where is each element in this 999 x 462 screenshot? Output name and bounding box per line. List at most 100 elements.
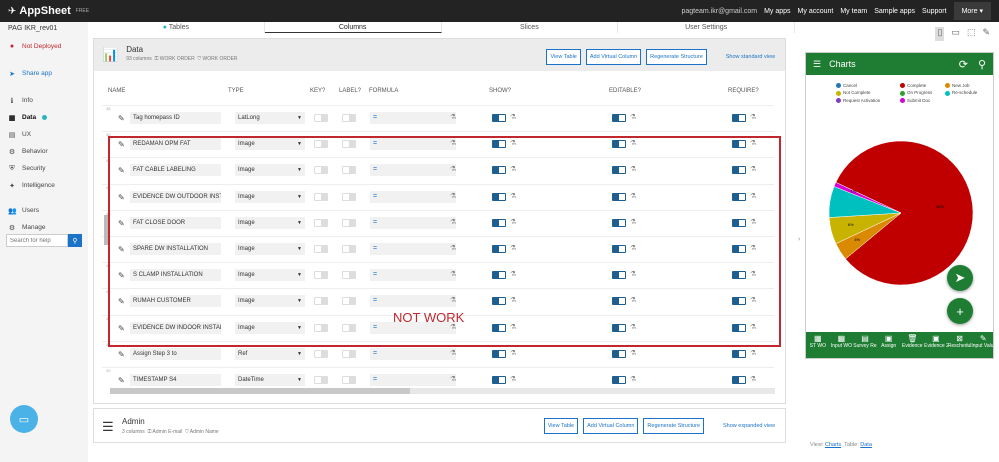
flask-icon[interactable]: ⚗ (750, 192, 756, 200)
key-toggle[interactable] (314, 166, 328, 175)
flask-icon[interactable]: ⚗ (750, 165, 756, 173)
column-name-field[interactable]: EVIDENCE DW INDOOR INSTALI (130, 321, 221, 334)
show-expanded-view-link[interactable]: Show expanded view (723, 423, 775, 429)
show-toggle[interactable] (492, 192, 506, 201)
edit-icon[interactable]: ✎ (118, 166, 125, 175)
flask-icon[interactable]: ⚗ (510, 113, 516, 121)
column-name-field[interactable]: Assign Step 3 to (130, 347, 221, 360)
flask-icon[interactable]: ⚗ (510, 244, 516, 252)
column-name-field[interactable]: RUMAH CUSTOMER (130, 295, 221, 308)
require-toggle[interactable] (732, 245, 746, 253)
column-type-select[interactable]: Image ▼ (235, 190, 305, 203)
column-name-field[interactable]: REDAMAN OPM FAT (130, 138, 221, 151)
key-toggle[interactable] (314, 245, 328, 253)
nav-item[interactable]: ▦ ST WO (806, 332, 830, 358)
show-toggle[interactable] (492, 218, 506, 227)
flask-icon[interactable]: ⚗ (450, 270, 456, 278)
tablet-icon[interactable]: ▭ (951, 27, 960, 41)
column-type-select[interactable]: LatLong ▼ (235, 112, 305, 124)
editable-toggle[interactable] (612, 140, 626, 149)
flask-icon[interactable]: ⚗ (450, 375, 456, 383)
editable-toggle[interactable] (612, 297, 626, 306)
tab-user-settings[interactable]: User Settings (618, 22, 795, 33)
edit-icon[interactable]: ✎ (118, 376, 125, 385)
flask-icon[interactable]: ⚗ (630, 139, 636, 147)
edit-icon[interactable]: ✎ (118, 193, 125, 202)
sidebar-item-users[interactable]: 👥 Users (0, 202, 88, 219)
column-name-field[interactable]: FAT CABLE LABELING (130, 164, 221, 177)
editable-toggle[interactable] (612, 323, 626, 332)
add-fab-button[interactable]: + (947, 298, 973, 324)
nav-item[interactable]: ▤Survey Report (853, 332, 877, 358)
flask-icon[interactable]: ⚗ (750, 244, 756, 252)
tab-slices[interactable]: Slices (442, 22, 619, 33)
show-toggle[interactable] (492, 349, 506, 358)
editable-toggle[interactable] (612, 349, 626, 358)
flask-icon[interactable]: ⚗ (750, 270, 756, 278)
nav-item[interactable]: ✎ Input Value (971, 332, 993, 358)
flask-icon[interactable]: ⚗ (510, 192, 516, 200)
flask-icon[interactable]: ⚗ (630, 113, 636, 121)
more-menu[interactable]: More ▾ (953, 2, 991, 20)
show-toggle[interactable] (492, 376, 506, 384)
column-type-select[interactable]: Ref ▼ (235, 347, 305, 360)
column-type-select[interactable]: Image ▼ (235, 269, 305, 282)
flask-icon[interactable]: ⚗ (750, 113, 756, 121)
label-toggle[interactable] (342, 349, 356, 358)
nav-item[interactable]: ▦ Input WO (830, 332, 854, 358)
editable-toggle[interactable] (612, 376, 626, 384)
show-toggle[interactable] (492, 297, 506, 306)
key-toggle[interactable] (314, 349, 328, 358)
require-toggle[interactable] (732, 323, 746, 332)
require-toggle[interactable] (732, 218, 746, 227)
label-toggle[interactable] (342, 297, 356, 306)
appsheet-logo[interactable]: ✈ AppSheet FREE (8, 5, 89, 17)
flask-icon[interactable]: ⚗ (510, 323, 516, 331)
require-toggle[interactable] (732, 166, 746, 175)
horizontal-scrollbar[interactable] (110, 388, 775, 394)
key-toggle[interactable] (314, 192, 328, 201)
require-toggle[interactable] (732, 114, 746, 122)
label-toggle[interactable] (342, 140, 356, 149)
editable-toggle[interactable] (612, 245, 626, 253)
formula-field[interactable]: = (370, 164, 456, 177)
sidebar-item-behavior[interactable]: ⚙ Behavior (0, 143, 88, 160)
flask-icon[interactable]: ⚗ (630, 192, 636, 200)
flask-icon[interactable]: ⚗ (750, 375, 756, 383)
left-scrollbar[interactable] (104, 215, 108, 245)
help-search-input[interactable] (6, 234, 68, 247)
link-my-team[interactable]: My team (840, 8, 867, 15)
column-type-select[interactable]: Image ▼ (235, 216, 305, 229)
flask-icon[interactable]: ⚗ (450, 192, 456, 200)
show-toggle[interactable] (492, 323, 506, 332)
key-toggle[interactable] (314, 376, 328, 384)
formula-field[interactable]: = (370, 269, 456, 282)
label-toggle[interactable] (342, 114, 356, 122)
label-toggle[interactable] (342, 376, 356, 384)
share-app-link[interactable]: ➤ Share app (0, 65, 88, 82)
flask-icon[interactable]: ⚗ (630, 244, 636, 252)
tab-columns[interactable]: Columns (264, 22, 442, 33)
admin-regenerate-structure-button[interactable]: Regenerate Structure (643, 418, 705, 434)
label-toggle[interactable] (342, 192, 356, 201)
require-toggle[interactable] (732, 192, 746, 201)
regenerate-structure-button[interactable]: Regenerate Structure (646, 49, 707, 65)
key-toggle[interactable] (314, 218, 328, 227)
formula-field[interactable]: = (370, 347, 456, 360)
edit-icon[interactable]: ✎ (118, 271, 125, 280)
key-toggle[interactable] (314, 114, 328, 122)
key-toggle[interactable] (314, 271, 328, 280)
nav-item[interactable]: ▣ Evidence 2 (924, 332, 948, 358)
edit-icon[interactable]: ✎ (118, 350, 125, 359)
column-name-field[interactable]: TIMESTAMP S4 (130, 374, 221, 386)
show-toggle[interactable] (492, 271, 506, 280)
edit-icon[interactable]: ✎ (982, 27, 990, 41)
column-type-select[interactable]: DateTime ▼ (235, 374, 305, 386)
flask-icon[interactable]: ⚗ (630, 270, 636, 278)
flask-icon[interactable]: ⚗ (510, 218, 516, 226)
sidebar-item-security[interactable]: ⛨ Security (0, 160, 88, 177)
add-virtual-column-button[interactable]: Add Virtual Column (585, 49, 642, 65)
column-type-select[interactable]: Image ▼ (235, 295, 305, 308)
sidebar-item-info[interactable]: ℹ Info (0, 92, 88, 109)
flask-icon[interactable]: ⚗ (510, 270, 516, 278)
